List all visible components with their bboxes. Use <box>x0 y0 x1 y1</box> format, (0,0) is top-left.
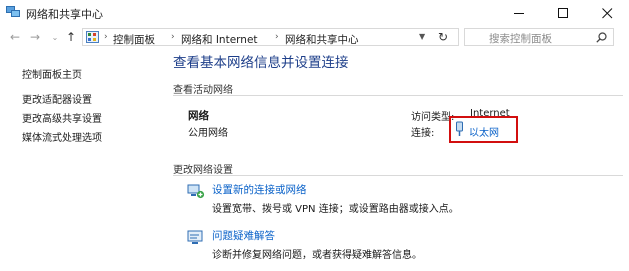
breadcrumb-separator-icon: › <box>171 32 175 42</box>
page-title: 查看基本网络信息并设置连接 <box>173 55 349 71</box>
sidebar-item-media-streaming[interactable]: 媒体流式处理选项 <box>22 129 102 144</box>
title-bar: 网络和共享中心 <box>0 0 629 26</box>
minimize-icon <box>513 12 524 14</box>
connection-label: 连接: <box>411 128 435 139</box>
search-box[interactable]: 搜索控制面板 <box>464 28 614 46</box>
divider <box>173 175 623 176</box>
troubleshoot-problems-description: 诊断并修复网络问题，或者获得疑难解答信息。 <box>212 250 422 261</box>
minimize-button[interactable] <box>497 0 541 26</box>
maximize-button[interactable] <box>541 0 585 26</box>
recent-locations-button[interactable]: ⌄ <box>47 29 63 45</box>
setup-new-connection-link[interactable]: 设置新的连接或网络 <box>212 182 307 197</box>
refresh-icon[interactable]: ↻ <box>438 30 448 44</box>
breadcrumb-separator-icon: › <box>275 32 279 42</box>
network-center-icon <box>6 6 20 17</box>
navigation-bar: ← → ⌄ ↑ › 控制面板 › 网络和 Internet › 网络和共享中心 … <box>0 26 629 48</box>
chevron-down-icon: ⌄ <box>51 32 59 42</box>
divider <box>173 95 623 96</box>
setup-new-connection-description: 设置宽带、拨号或 VPN 连接；或设置路由器或接入点。 <box>212 204 459 215</box>
control-panel-icon <box>86 31 99 43</box>
search-icon <box>596 32 607 43</box>
close-icon <box>601 7 612 18</box>
breadcrumb-network-sharing-center[interactable]: 网络和共享中心 <box>285 32 359 47</box>
window-title: 网络和共享中心 <box>26 8 103 21</box>
chevron-down-icon[interactable]: ▼ <box>419 32 425 41</box>
up-button[interactable]: ↑ <box>63 29 79 45</box>
breadcrumb-separator-icon: › <box>104 32 108 42</box>
troubleshoot-problems-link[interactable]: 问题疑难解答 <box>212 228 275 243</box>
network-type: 公用网络 <box>188 128 228 139</box>
troubleshoot-icon <box>187 230 203 244</box>
breadcrumb-control-panel[interactable]: 控制面板 <box>113 32 155 47</box>
network-name: 网络 <box>188 110 209 122</box>
arrow-up-icon: ↑ <box>65 30 77 44</box>
access-type-label: 访问类型: <box>411 112 455 123</box>
active-networks-heading: 查看活动网络 <box>173 85 233 96</box>
forward-button[interactable]: → <box>27 29 43 45</box>
arrow-left-icon: ← <box>9 30 21 44</box>
maximize-icon <box>557 7 568 18</box>
address-bar[interactable]: › 控制面板 › 网络和 Internet › 网络和共享中心 ▼ ↻ <box>82 28 459 46</box>
sidebar-item-change-adapter-settings[interactable]: 更改适配器设置 <box>22 91 92 106</box>
change-network-settings-heading: 更改网络设置 <box>173 165 233 176</box>
breadcrumb-network-internet[interactable]: 网络和 Internet <box>181 32 258 47</box>
close-button[interactable] <box>585 0 629 26</box>
sidebar-item-change-advanced-sharing[interactable]: 更改高级共享设置 <box>22 110 102 125</box>
arrow-right-icon: → <box>29 30 41 44</box>
sidebar-item-control-panel-home[interactable]: 控制面板主页 <box>22 66 82 81</box>
back-button[interactable]: ← <box>7 29 23 45</box>
new-connection-icon <box>187 184 205 199</box>
highlight-box <box>449 116 518 143</box>
search-input[interactable]: 搜索控制面板 <box>489 31 552 46</box>
